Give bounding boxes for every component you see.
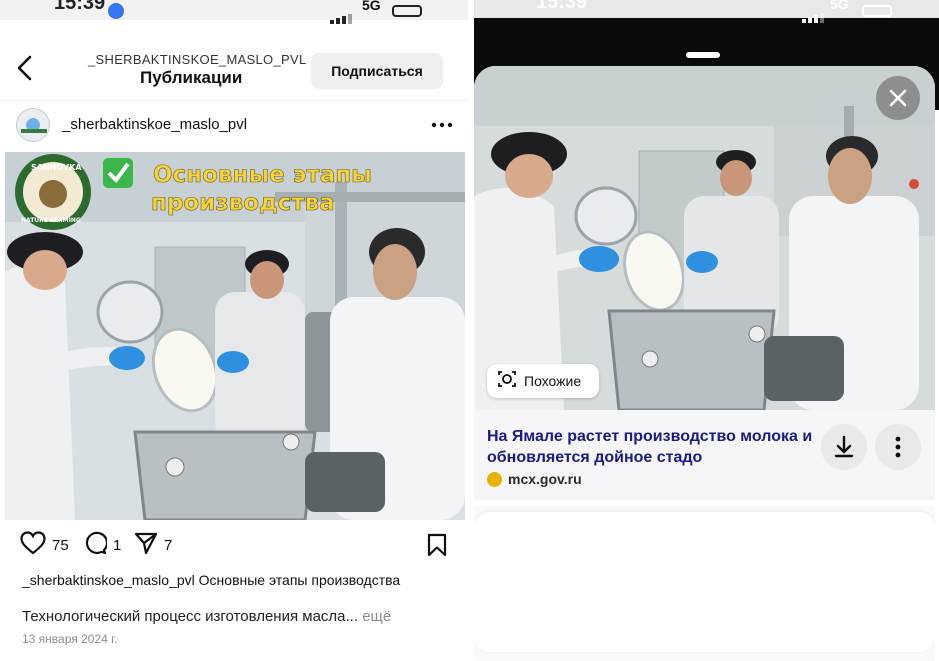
- more-link[interactable]: ещё: [362, 608, 391, 625]
- post-actions: 75 1 7: [0, 530, 468, 562]
- lens-icon: [497, 369, 517, 394]
- source-site: mcx.gov.ru: [508, 471, 582, 487]
- share-button[interactable]: 7: [134, 530, 172, 560]
- more-options-button[interactable]: [875, 424, 921, 470]
- sheet-grabber[interactable]: [686, 52, 720, 58]
- page-title: Публикации: [140, 68, 243, 87]
- network-label: 5G: [362, 0, 381, 13]
- comment-icon: [83, 531, 109, 560]
- post-date: 13 января 2024 г.: [22, 632, 118, 646]
- image-source-card: На Ямале растет производство молока и об…: [474, 410, 935, 500]
- avatar[interactable]: [16, 108, 50, 142]
- instagram-post-screen: 15:39 5G _SHERBAKTINSKOE_MASLO_PVL Публи…: [0, 0, 468, 661]
- close-button[interactable]: [876, 76, 920, 120]
- post-author-row: _sherbaktinskoe_maslo_pvl: [0, 100, 468, 150]
- heart-icon: [20, 530, 46, 560]
- check-badge: [103, 158, 133, 188]
- post-image[interactable]: Основные этапы производства SANNOVKA NAT…: [5, 152, 465, 520]
- share-icon: [134, 531, 158, 560]
- viewer-image[interactable]: Похожие: [474, 66, 935, 410]
- author-name[interactable]: _sherbaktinskoe_maslo_pvl: [62, 116, 247, 133]
- caption-text: Основные этапы производства: [194, 572, 401, 588]
- signal-icon: [330, 6, 354, 24]
- share-count: 7: [164, 536, 173, 554]
- status-time: 15:39: [536, 0, 588, 13]
- more-dots-icon[interactable]: [430, 115, 454, 135]
- back-chevron-icon[interactable]: [14, 54, 38, 82]
- source-link[interactable]: mcx.gov.ru: [487, 471, 582, 487]
- overlay-title-line1: Основные этапы: [153, 162, 372, 188]
- vertical-dots-icon: [875, 436, 921, 474]
- caption-author[interactable]: _sherbaktinskoe_maslo_pvl: [22, 572, 195, 588]
- location-indicator-icon: [108, 3, 124, 19]
- battery-icon: [862, 5, 892, 17]
- similar-button[interactable]: Похожие: [487, 364, 599, 398]
- overlay-title-line2: производства: [151, 190, 335, 216]
- next-result-card[interactable]: [474, 512, 935, 652]
- image-viewer-screen: 15:39 5G Похожие На Ямале растет произво…: [474, 0, 939, 661]
- like-button[interactable]: 75: [20, 530, 69, 560]
- battery-icon: [392, 5, 422, 17]
- image-sheet: Похожие На Ямале растет производство мол…: [474, 66, 935, 661]
- logo-text-bottom: NATURE FARMING: [21, 217, 81, 224]
- close-icon: [876, 89, 920, 124]
- favicon: [487, 471, 502, 487]
- similar-label: Похожие: [524, 373, 582, 389]
- post-description: Технологический процесс изготовления мас…: [22, 608, 462, 625]
- signal-icon: [802, 5, 826, 23]
- status-time: 15:39: [54, 0, 106, 14]
- follow-button[interactable]: Подписаться: [311, 53, 443, 89]
- source-headline[interactable]: На Ямале растет производство молока и об…: [487, 426, 817, 468]
- like-count: 75: [52, 536, 69, 554]
- download-icon: [821, 435, 867, 474]
- next-results-area: [474, 506, 935, 661]
- account-subtitle: _SHERBAKTINSKOE_MASLO_PVL: [88, 52, 307, 67]
- description-text: Технологический процесс изготовления мас…: [22, 608, 359, 625]
- comment-button[interactable]: 1: [83, 530, 121, 560]
- logo-text-top: SANNOVKA: [31, 163, 82, 172]
- post-caption: _sherbaktinskoe_maslo_pvl Основные этапы…: [22, 572, 442, 589]
- status-bar: 15:39 5G: [0, 0, 468, 24]
- brand-logo: SANNOVKA NATURE FARMING: [15, 154, 91, 230]
- header-bar: _SHERBAKTINSKOE_MASLO_PVL Публикации Под…: [0, 40, 468, 100]
- network-label: 5G: [830, 0, 849, 12]
- download-button[interactable]: [821, 424, 867, 470]
- bookmark-icon[interactable]: [426, 530, 448, 560]
- comment-count: 1: [113, 536, 122, 554]
